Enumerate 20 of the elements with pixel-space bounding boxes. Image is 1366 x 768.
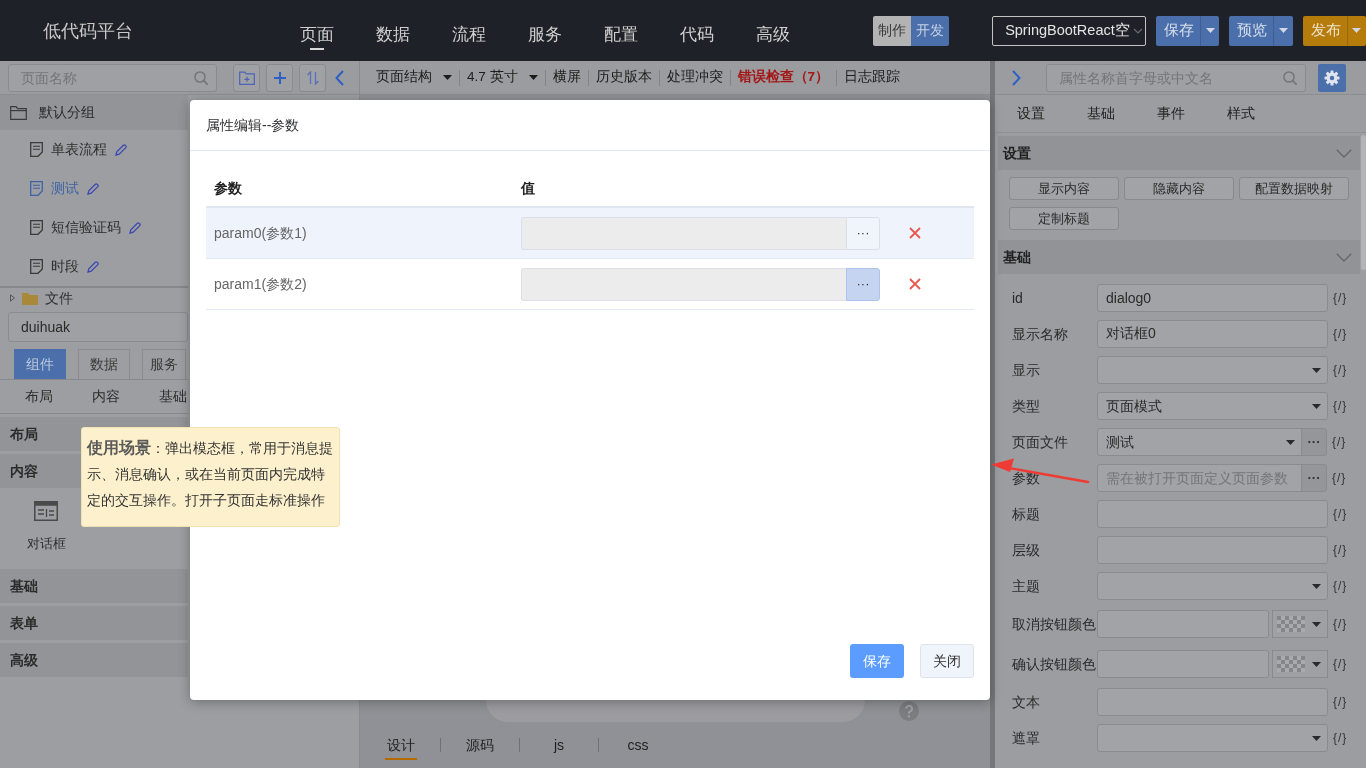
field-label: 遮罩 <box>1012 728 1041 748</box>
param-name: param1(参数2) <box>214 274 307 294</box>
param-name: param0(参数1) <box>214 223 307 243</box>
field-label: 层级 <box>1012 540 1041 560</box>
usage-tooltip: 使用场景：弹出模态框，常用于消息提示、消息确认，或在当前页面内完成特定的交互操作。打开子页面走标准操作 <box>81 427 340 527</box>
dialog-title: 属性编辑--参数 <box>206 115 300 135</box>
field-label: 显示名称 <box>1012 324 1069 344</box>
field-label: 显示 <box>1012 360 1041 380</box>
field-label: 标题 <box>1012 504 1041 524</box>
field-label: 参数 <box>1012 468 1041 488</box>
field-label: 页面文件 <box>1012 432 1069 452</box>
field-label: 取消按钮颜色 <box>1012 614 1097 634</box>
column-header: 参数 <box>214 179 242 198</box>
field-label: 类型 <box>1012 396 1041 416</box>
field-label: id <box>1012 288 1024 308</box>
field-label: 确认按钮颜色 <box>1012 654 1097 674</box>
field-label: 文本 <box>1012 692 1041 712</box>
column-header: 值 <box>521 179 535 198</box>
app-title: 低代码平台 <box>43 19 133 43</box>
field-label: 主题 <box>1012 576 1041 596</box>
